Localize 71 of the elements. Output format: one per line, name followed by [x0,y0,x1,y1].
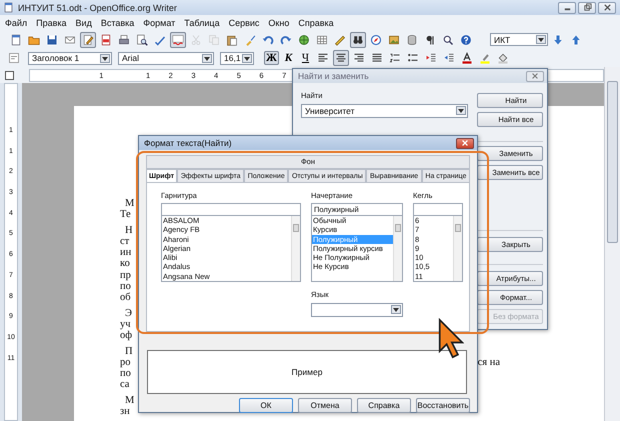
document-text: ин [120,247,132,258]
document-text: ся на [478,356,500,368]
dialog-button[interactable]: Отмена [298,398,352,413]
menu-item[interactable]: Вид [76,18,92,28]
document-text: Э [125,308,132,319]
menu-item[interactable]: Справка [298,18,334,28]
language-combo[interactable] [311,303,403,317]
dialog-button[interactable]: ОК [239,398,293,413]
menu-item[interactable]: Формат [143,18,176,28]
window-title: ИНТУИТ 51.odt - OpenOffice.org Writer [18,2,177,12]
dialog-title: Найти и заменить [298,71,369,81]
document-icon [3,2,14,13]
binoculars-icon[interactable] [350,32,366,48]
menu-item[interactable]: Правка [36,18,67,28]
autospell-icon[interactable] [170,32,186,48]
document-text: Те [120,209,131,221]
restore-button[interactable] [578,2,596,14]
dialog-button[interactable]: Восстановить [416,398,470,413]
find-combo[interactable]: ИКТ [490,33,548,46]
document-text: по [120,281,131,292]
restore-icon [582,3,592,12]
font-combo[interactable]: Arial [118,52,214,64]
document-text: М [125,198,134,210]
scrollbar-thumb[interactable] [293,224,299,232]
preview-text: Пример [292,367,322,377]
scrollbar-thumb[interactable] [607,81,618,243]
document-text: зн [120,406,130,418]
dialog-button[interactable]: Справка [357,398,411,413]
document-text: оф [120,330,132,342]
document-text: ко [120,258,130,270]
document-text: П [125,346,133,357]
menu-item[interactable]: Окно [268,18,290,28]
document-text: по [120,368,131,380]
cursor-icon [438,318,464,360]
search-combo[interactable]: Университет [301,104,468,118]
menu-item[interactable]: Таблица [184,18,220,28]
document-text: пр [120,270,131,282]
dialog-title: Формат текста(Найти) [144,138,232,148]
menu-item[interactable]: Сервис [228,18,260,28]
scrollbar-thumb[interactable] [455,224,461,232]
scrollbar[interactable] [453,216,462,281]
document-text: М [125,394,134,406]
document-text: об [120,292,131,304]
document-text: са [120,379,130,391]
document-text: Н [125,224,133,236]
styles-icon[interactable] [6,50,22,66]
scrollbar[interactable] [604,67,620,421]
close-button[interactable] [598,2,616,14]
text-field[interactable] [413,203,463,216]
format-button[interactable]: Ж [264,51,279,65]
document-text: уч [120,318,131,330]
text-field[interactable] [161,203,301,216]
align-center-icon[interactable] [333,50,349,66]
scrollbar-thumb[interactable] [395,224,401,232]
close-icon [531,72,539,80]
format-button[interactable]: К [281,51,296,65]
close-icon [602,3,612,12]
close-button[interactable] [456,138,474,148]
font-size-combo[interactable]: 16,1 [220,52,254,64]
scrollbar[interactable] [291,216,300,281]
style-combo[interactable]: Заголовок 1 [28,52,112,64]
close-icon [461,139,469,147]
format-button[interactable]: Ч [298,51,313,65]
minimize-button[interactable] [558,2,576,14]
pencil-icon[interactable] [80,32,96,48]
menu-item[interactable]: Файл [5,18,28,28]
document-text: ро [120,356,130,368]
scrollbar[interactable] [393,216,402,281]
document-text: ст [120,236,130,248]
menu-item[interactable]: Вставка [100,18,134,28]
tab-stop-icon[interactable] [5,70,14,80]
